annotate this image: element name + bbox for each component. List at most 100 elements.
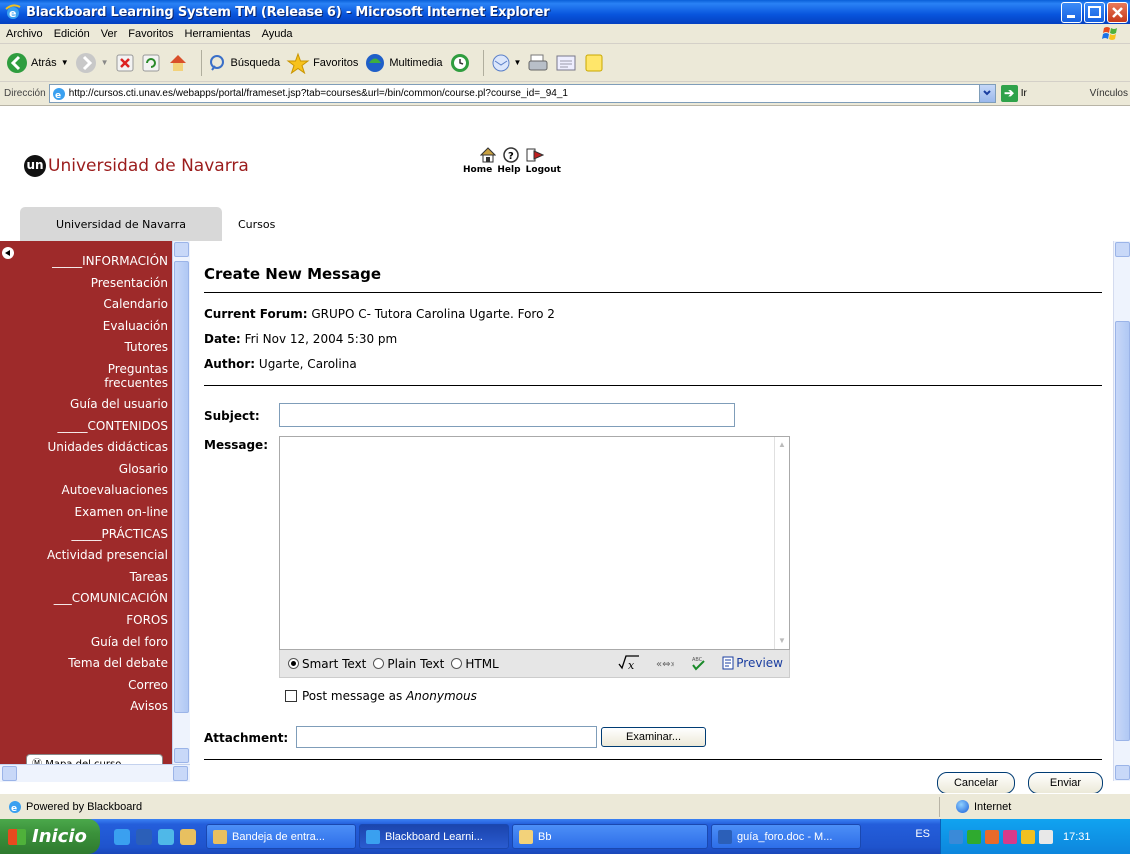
task-bb-folder[interactable]: Bb (512, 824, 708, 849)
equation-editor-icon[interactable]: x (618, 654, 640, 672)
logout-icon[interactable] (526, 147, 544, 163)
close-button[interactable] (1107, 2, 1128, 23)
monitor-tray-icon[interactable] (1039, 829, 1053, 844)
sidebar-item[interactable]: Calendario (0, 294, 168, 316)
window-title-bar[interactable]: e Blackboard Learning System TM (Release… (0, 0, 1130, 24)
sidebar-item[interactable]: Unidades didácticas (0, 437, 168, 459)
multimedia-button[interactable]: Multimedia (364, 52, 443, 74)
help-icon[interactable]: ? (503, 147, 519, 163)
scroll-thumb[interactable] (174, 261, 189, 713)
messenger-tray-icon[interactable] (1003, 829, 1017, 844)
scroll-down-icon[interactable]: ▼ (777, 636, 787, 646)
radio-html[interactable] (451, 658, 463, 669)
menu-favoritos[interactable]: Favoritos (128, 28, 173, 40)
sidebar-item[interactable]: Evaluación (0, 316, 168, 338)
update-tray-icon[interactable] (985, 829, 999, 844)
forward-button[interactable]: ▼ (75, 52, 109, 74)
scroll-up-icon[interactable] (1115, 242, 1130, 257)
preview-button[interactable]: Preview (722, 656, 783, 670)
mail-button[interactable]: ▼ (490, 52, 522, 74)
refresh-button[interactable] (141, 53, 161, 73)
subject-input[interactable] (279, 403, 735, 427)
sidebar-item[interactable]: Preguntas frecuentes (0, 359, 168, 394)
task-mail[interactable]: Bandeja de entra... (206, 824, 356, 849)
scroll-up-icon[interactable]: ▲ (777, 440, 787, 450)
logout-link[interactable]: Logout (526, 165, 561, 175)
links-label[interactable]: Vínculos (1090, 88, 1128, 99)
back-dropdown-icon[interactable]: ▼ (61, 58, 69, 67)
address-input[interactable]: e http://cursos.cti.unav.es/webapps/port… (48, 84, 996, 103)
antivirus-tray-icon[interactable] (967, 829, 981, 844)
spellcheck-icon[interactable]: ABC (690, 655, 706, 671)
page-scrollbar[interactable] (1113, 241, 1130, 781)
smart-text-option[interactable]: Smart Text (288, 657, 366, 671)
scroll-left-icon[interactable] (2, 766, 17, 781)
cancel-button[interactable]: Cancelar (937, 772, 1015, 794)
mail-dropdown-icon[interactable]: ▼ (514, 58, 522, 67)
messenger-button[interactable] (583, 52, 605, 74)
tab-universidad[interactable]: Universidad de Navarra (20, 207, 222, 241)
security-tray-icon[interactable] (1021, 829, 1035, 844)
sidebar-item[interactable]: FOROS (0, 610, 168, 632)
submit-button[interactable]: Enviar (1028, 772, 1103, 794)
radio-plain-text[interactable] (373, 658, 385, 669)
scroll-up-icon[interactable] (174, 242, 189, 257)
scroll-down-icon[interactable] (174, 748, 189, 763)
print-button[interactable] (527, 52, 549, 74)
university-logo[interactable]: un Universidad de Navarra (24, 155, 249, 177)
tab-cursos[interactable]: Cursos (238, 207, 275, 241)
task-blackboard[interactable]: Blackboard Learni... (359, 824, 509, 849)
maximize-button[interactable] (1084, 2, 1105, 23)
sidebar-item[interactable]: Tutores (0, 337, 168, 359)
sidebar-item[interactable]: Guía del foro (0, 632, 168, 654)
edit-button[interactable] (555, 52, 577, 74)
attachment-input[interactable] (296, 726, 597, 748)
scroll-thumb[interactable] (1115, 321, 1130, 741)
go-button[interactable]: ➔ Ir (1000, 85, 1027, 102)
sidebar-item[interactable]: Avisos (0, 696, 168, 718)
home-button[interactable] (167, 52, 189, 74)
plain-text-option[interactable]: Plain Text (373, 657, 444, 671)
menu-ayuda[interactable]: Ayuda (262, 28, 293, 40)
history-button[interactable] (449, 52, 471, 74)
link-icon[interactable]: «⇔» (656, 656, 674, 670)
search-button[interactable]: Búsqueda (208, 53, 280, 73)
sidebar-scrollbar[interactable] (172, 241, 190, 764)
back-button[interactable]: Atrás ▼ (6, 52, 69, 74)
language-indicator[interactable]: ES (915, 828, 930, 840)
word-quicklaunch-icon[interactable] (136, 828, 152, 845)
menu-herramientas[interactable]: Herramientas (185, 28, 251, 40)
outlook-quicklaunch-icon[interactable] (180, 828, 196, 845)
scroll-down-icon[interactable] (1115, 765, 1130, 780)
anonymous-checkbox[interactable] (285, 690, 297, 702)
network-tray-icon[interactable] (949, 829, 963, 844)
sidebar-item[interactable]: Actividad presencial (0, 545, 168, 567)
ie-quicklaunch-icon[interactable] (114, 828, 130, 845)
stop-button[interactable] (115, 53, 135, 73)
home-link[interactable]: Home (463, 165, 492, 175)
address-dropdown[interactable] (978, 85, 995, 102)
menu-edicion[interactable]: Edición (54, 28, 90, 40)
menu-archivo[interactable]: Archivo (6, 28, 43, 40)
sidebar-item[interactable]: Correo (0, 675, 168, 697)
browser-quicklaunch-icon[interactable] (158, 828, 174, 845)
browse-button[interactable]: Examinar... (601, 727, 706, 747)
task-word-doc[interactable]: guía_foro.doc - M... (711, 824, 861, 849)
sidebar-item[interactable]: Autoevaluaciones (0, 480, 168, 502)
message-scrollbar[interactable]: ▲ ▼ (774, 437, 789, 649)
sidebar-item[interactable]: Glosario (0, 459, 168, 481)
help-link[interactable]: Help (497, 165, 520, 175)
sidebar-item[interactable]: Tema del debate (0, 653, 168, 675)
anonymous-option[interactable]: Post message as Anonymous (285, 689, 477, 703)
html-option[interactable]: HTML (451, 657, 499, 671)
start-button[interactable]: Inicio (0, 819, 100, 854)
sidebar-item[interactable]: Presentación (0, 273, 168, 295)
message-textarea[interactable]: ▲ ▼ (279, 436, 790, 650)
menu-ver[interactable]: Ver (101, 28, 118, 40)
favorites-button[interactable]: Favoritos (286, 52, 358, 74)
sidebar-item[interactable]: Guía del usuario (0, 394, 168, 416)
forward-dropdown-icon[interactable]: ▼ (101, 58, 109, 67)
scroll-right-icon[interactable] (173, 766, 188, 781)
sidebar-item[interactable]: Tareas (0, 567, 168, 589)
sidebar-hscrollbar[interactable] (0, 764, 190, 782)
